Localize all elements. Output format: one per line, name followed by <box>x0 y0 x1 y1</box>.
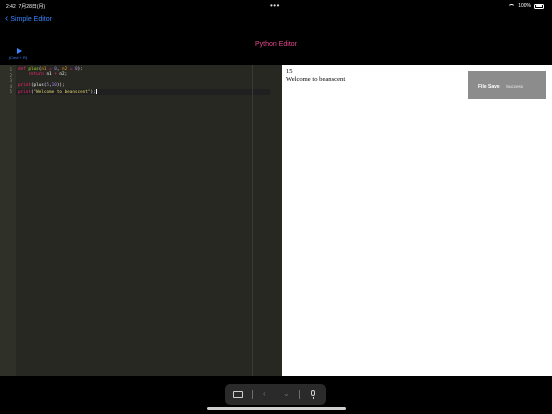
toast-message: Success <box>506 84 524 89</box>
code-line[interactable]: print("Welcome to beanscent"); <box>18 88 97 95</box>
code-line[interactable]: def plus(n1 = 0, n2 = 0): <box>18 67 83 72</box>
output-panel: 15 Welcome to beanscent File Save Success <box>282 65 552 376</box>
toast-title: File Save <box>478 84 500 90</box>
status-right: 100% <box>508 3 544 9</box>
line-number: 4 <box>9 83 12 89</box>
file-save-toast: File Save Success <box>468 71 546 99</box>
code-line[interactable]: return n1 + n2; <box>18 72 67 77</box>
play-icon <box>16 48 22 54</box>
code-line[interactable]: print(plus(5,10)); <box>18 83 65 88</box>
chevron-down-icon[interactable]: ⌄ <box>283 389 290 398</box>
divider <box>299 390 300 399</box>
output-line: 15 <box>286 68 293 75</box>
line-number: 3 <box>9 78 12 83</box>
page-title: Python Editor <box>254 41 298 48</box>
output-line: Welcome to beanscent <box>286 76 346 83</box>
status-time: 2:42 7月28日(月) <box>6 4 46 10</box>
line-number: 5 <box>9 89 12 94</box>
back-label: Simple Editor <box>10 15 52 23</box>
chevron-up-icon[interactable]: ‹ <box>263 389 266 398</box>
battery-icon <box>534 3 544 9</box>
line-number: 1 <box>9 67 12 72</box>
run-shortcut-hint: (Cmd + R) <box>8 55 28 60</box>
status-bar: 2:42 7月28日(月) ••• 100% <box>0 0 552 12</box>
line-number: 2 <box>9 72 12 78</box>
line-gutter: 12345 <box>0 65 16 376</box>
microphone-icon[interactable] <box>311 390 315 396</box>
multitasking-dots-icon[interactable]: ••• <box>270 1 280 10</box>
print-margin <box>252 65 253 376</box>
text-cursor <box>95 88 97 94</box>
wifi-icon <box>508 3 516 9</box>
home-indicator[interactable] <box>207 407 346 410</box>
battery-percent: 100% <box>518 3 531 9</box>
run-button[interactable]: (Cmd + R) <box>8 48 30 60</box>
divider <box>252 390 253 399</box>
back-button[interactable]: ‹ Simple Editor <box>5 13 52 24</box>
chevron-left-icon: ‹ <box>5 13 9 24</box>
keyboard-icon[interactable] <box>233 391 243 398</box>
code-editor[interactable]: 12345 def plus(n1 = 0, n2 = 0): return n… <box>0 65 282 376</box>
keyboard-shortcut-bar: ‹ ⌄ <box>225 384 326 405</box>
